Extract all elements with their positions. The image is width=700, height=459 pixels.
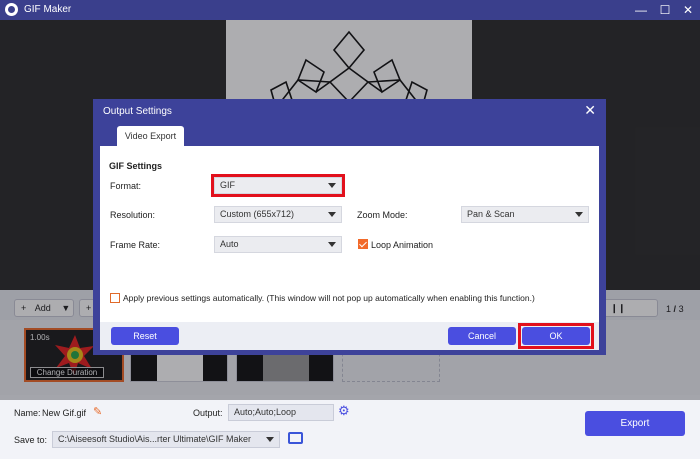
apply-previous-label: Apply previous settings automatically. (… xyxy=(123,293,535,303)
reset-button[interactable]: Reset xyxy=(111,327,179,345)
chevron-down-icon xyxy=(575,212,583,217)
format-highlight xyxy=(211,174,345,197)
output-label: Output: xyxy=(193,408,223,418)
cancel-button[interactable]: Cancel xyxy=(448,327,516,345)
chevron-down-icon xyxy=(328,212,336,217)
dialog-title: Output Settings xyxy=(103,106,172,117)
resolution-label: Resolution: xyxy=(110,210,156,220)
output-settings-dialog: Output Settings ✕ Video Export GIF Setti… xyxy=(93,99,606,355)
save-path-value: C:\Aiseesoft Studio\Ais...rter Ultimate\… xyxy=(58,434,252,444)
loop-animation-checkbox[interactable] xyxy=(358,239,368,249)
resolution-select[interactable]: Custom (655x712) xyxy=(214,206,342,223)
resolution-value: Custom (655x712) xyxy=(220,209,295,219)
zoom-mode-select[interactable]: Pan & Scan xyxy=(461,206,589,223)
gif-name-value: New Gif.gif xyxy=(42,408,87,418)
gear-icon[interactable]: ⚙ xyxy=(338,403,350,419)
frame-rate-label: Frame Rate: xyxy=(110,240,161,250)
close-window-button[interactable]: ✕ xyxy=(679,1,697,19)
dialog-footer: Reset Cancel OK xyxy=(100,322,599,350)
ok-highlight xyxy=(518,323,594,349)
format-label: Format: xyxy=(110,181,142,191)
app-logo-icon xyxy=(5,3,18,16)
zoom-mode-label: Zoom Mode: xyxy=(357,210,408,220)
pencil-icon[interactable]: ✎ xyxy=(93,405,102,418)
apply-previous-checkbox[interactable] xyxy=(110,293,120,303)
chevron-down-icon xyxy=(328,242,336,247)
export-button[interactable]: Export xyxy=(585,411,685,436)
dialog-body: GIF Settings Format: GIF Resolution: Cus… xyxy=(100,146,599,322)
save-path-field[interactable]: C:\Aiseesoft Studio\Ais...rter Ultimate\… xyxy=(52,431,280,448)
maximize-button[interactable]: ☐ xyxy=(656,1,674,19)
zoom-mode-value: Pan & Scan xyxy=(467,209,515,219)
frame-rate-value: Auto xyxy=(220,239,239,249)
save-to-label: Save to: xyxy=(14,435,48,445)
chevron-down-icon xyxy=(266,437,274,442)
section-title: GIF Settings xyxy=(109,161,163,171)
folder-icon[interactable] xyxy=(288,432,303,444)
name-label: Name: xyxy=(14,408,41,418)
frame-rate-select[interactable]: Auto xyxy=(214,236,342,253)
title-bar: GIF Maker — ☐ ✕ xyxy=(0,0,700,20)
loop-animation-label: Loop Animation xyxy=(371,240,434,250)
window-title: GIF Maker xyxy=(24,4,72,15)
close-icon[interactable]: ✕ xyxy=(584,102,596,119)
output-field[interactable]: Auto;Auto;Loop xyxy=(228,404,334,421)
tab-video-export[interactable]: Video Export xyxy=(117,126,184,146)
minimize-button[interactable]: — xyxy=(632,1,650,19)
